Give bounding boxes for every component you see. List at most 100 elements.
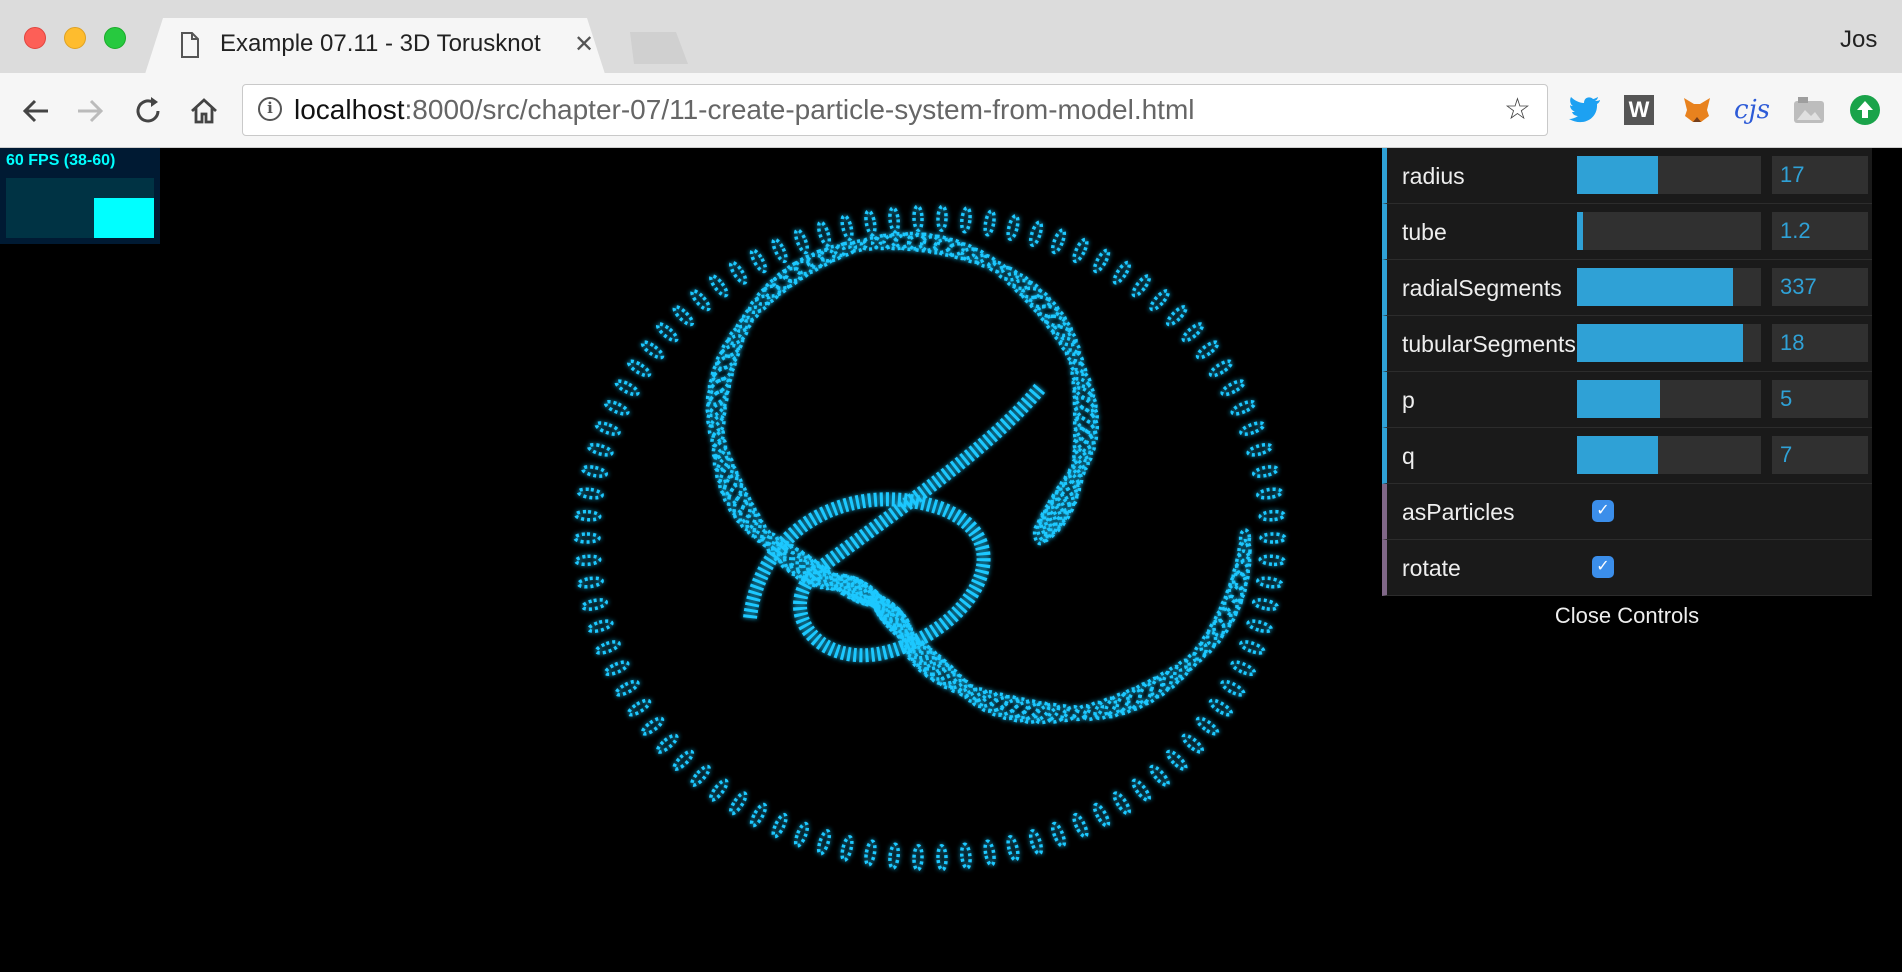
bookmark-star-icon[interactable]: ☆: [1504, 92, 1531, 127]
particle-ring: [864, 209, 877, 237]
particle-ring: [626, 698, 652, 717]
q-input[interactable]: 7: [1772, 436, 1868, 474]
control-label: tubularSegments: [1402, 331, 1576, 357]
cjs-icon[interactable]: cjs: [1732, 93, 1772, 127]
radial-segments-input[interactable]: 337: [1772, 268, 1868, 306]
window-maximize-button[interactable]: [104, 27, 126, 49]
particle-ring: [1050, 228, 1067, 255]
w-extension-icon[interactable]: W: [1624, 95, 1654, 125]
particle-ring: [1230, 660, 1257, 677]
particle-ring: [1165, 305, 1188, 327]
twitter-icon[interactable]: [1568, 93, 1602, 127]
forward-icon[interactable]: [74, 95, 106, 127]
radius-slider[interactable]: [1577, 156, 1761, 194]
particle-ring: [640, 340, 665, 360]
particle-ring: [1220, 379, 1246, 397]
q-slider[interactable]: [1577, 436, 1761, 474]
particle-ring: [672, 749, 695, 771]
control-row-q: q 7: [1382, 428, 1872, 484]
p-input[interactable]: 5: [1772, 380, 1868, 418]
particle-ring: [749, 248, 768, 274]
profile-name[interactable]: Jos: [1840, 26, 1877, 54]
window-close-button[interactable]: [24, 27, 46, 49]
close-controls-button[interactable]: Close Controls: [1382, 596, 1872, 636]
control-label: radialSegments: [1402, 275, 1562, 301]
radial-segments-slider[interactable]: [1577, 268, 1761, 306]
reload-icon[interactable]: [132, 95, 164, 127]
particle-ring: [614, 679, 640, 697]
particle-ring: [1072, 812, 1089, 839]
particle-ring: [580, 465, 609, 478]
fps-graph: [6, 178, 154, 238]
particle-ring: [574, 554, 602, 567]
particle-ring: [1230, 399, 1257, 416]
control-row-rotate: rotate ✓: [1382, 540, 1872, 596]
control-row-radius: radius 17: [1382, 148, 1872, 204]
particle-ring: [1006, 835, 1020, 862]
particle-ring: [888, 206, 901, 234]
window-minimize-button[interactable]: [64, 27, 86, 49]
control-label: p: [1402, 387, 1415, 413]
particle-ring: [573, 532, 601, 544]
control-label: rotate: [1402, 555, 1461, 581]
particle-ring: [771, 812, 788, 839]
back-icon[interactable]: [20, 95, 52, 127]
controls-panel: radius 17 tube 1.2 radialSegments 337 tu…: [1382, 148, 1872, 636]
particle-ring: [983, 209, 996, 237]
upload-extension-icon[interactable]: [1848, 93, 1882, 127]
particle-ring: [816, 829, 832, 856]
tubular-segments-slider[interactable]: [1577, 324, 1761, 362]
tubular-segments-input[interactable]: 18: [1772, 324, 1868, 362]
particle-ring: [1246, 442, 1274, 457]
particle-ring: [1092, 802, 1111, 828]
particle-ring: [586, 442, 614, 457]
particle-ring: [1220, 679, 1246, 697]
particle-ring: [793, 821, 810, 848]
particle-ring: [576, 576, 604, 589]
as-particles-checkbox[interactable]: ✓: [1592, 500, 1614, 522]
tab-close-icon[interactable]: ✕: [574, 30, 594, 59]
tube-input[interactable]: 1.2: [1772, 212, 1868, 250]
slider-fill: [1577, 324, 1743, 362]
particle-ring: [1208, 698, 1234, 717]
particle-ring: [1256, 576, 1284, 589]
particle-ring: [690, 764, 711, 787]
p-slider[interactable]: [1577, 380, 1761, 418]
particle-ring: [1195, 340, 1220, 360]
particle-ring: [709, 778, 729, 802]
site-info-icon[interactable]: i: [258, 97, 282, 121]
particle-ring: [1258, 554, 1286, 567]
screenshot-extension-icon[interactable]: [1792, 93, 1826, 127]
particle-ring: [1131, 274, 1151, 298]
particle-ring: [1149, 764, 1170, 787]
particle-ring: [709, 274, 729, 298]
particle-ring: [912, 844, 924, 872]
particle-ring: [672, 305, 695, 327]
particle-ring: [1258, 509, 1286, 522]
fps-stats-panel[interactable]: 60 FPS (38-60): [0, 148, 160, 244]
fox-extension-icon[interactable]: [1680, 93, 1714, 127]
particle-ring: [574, 509, 602, 522]
particle-ring: [840, 214, 854, 241]
particle-ring: [1208, 359, 1234, 378]
particle-ring: [771, 237, 788, 264]
tube-slider[interactable]: [1577, 212, 1761, 250]
url-text[interactable]: localhost:8000/src/chapter-07/11-create-…: [294, 94, 1195, 126]
control-row-as-particles: asParticles ✓: [1382, 484, 1872, 540]
particle-ring: [594, 421, 621, 436]
radius-input[interactable]: 17: [1772, 156, 1868, 194]
control-row-tube: tube 1.2: [1382, 204, 1872, 260]
particle-ring: [1028, 220, 1044, 247]
particle-ring: [815, 565, 834, 591]
rotate-checkbox[interactable]: ✓: [1592, 556, 1614, 578]
home-icon[interactable]: [188, 95, 220, 127]
particle-ring: [1112, 791, 1132, 816]
particle-ring: [640, 716, 665, 736]
particle-ring: [888, 842, 901, 870]
particle-ring: [816, 220, 832, 247]
particle-ring: [580, 598, 609, 611]
particle-ring: [710, 354, 737, 383]
slider-fill: [1577, 436, 1658, 474]
particle-ring: [728, 260, 748, 285]
webgl-canvas[interactable]: 60 FPS (38-60) radius 17 tube 1.2 radial…: [0, 148, 1902, 972]
